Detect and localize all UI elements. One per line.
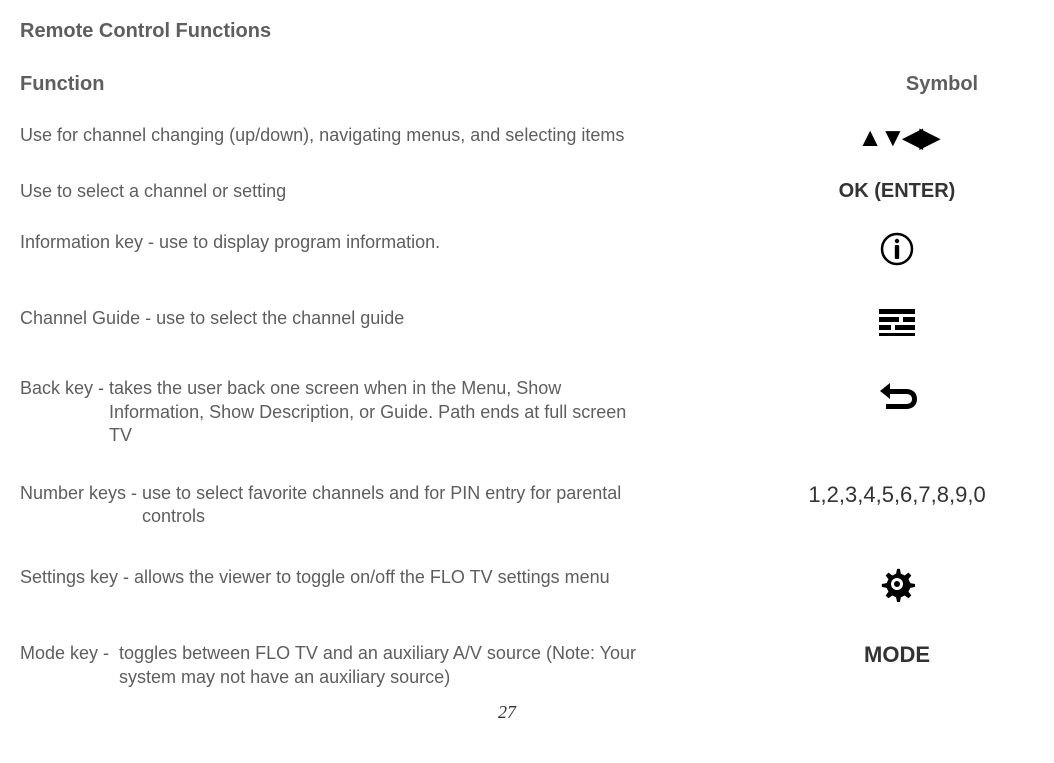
mode-desc: Mode key - toggles between FLO TV and an… — [20, 642, 800, 689]
back-icon — [876, 377, 918, 411]
ok-symbol: OK (ENTER) — [800, 180, 994, 203]
row-mode: Mode key - toggles between FLO TV and an… — [20, 642, 994, 689]
row-arrows: Use for channel changing (up/down), navi… — [20, 124, 994, 152]
symbol-header: Symbol — [890, 73, 994, 96]
info-icon — [879, 231, 915, 267]
settings-symbol — [800, 566, 994, 608]
info-desc: Information key - use to display program… — [20, 231, 800, 254]
row-back: Back key - takes the user back one scree… — [20, 377, 994, 447]
numbers-symbol: 1,2,3,4,5,6,7,8,9,0 — [800, 482, 994, 508]
header-row: Function Symbol — [20, 73, 994, 96]
row-info: Information key - use to display program… — [20, 231, 994, 273]
gear-icon — [879, 566, 915, 602]
arrows-desc: Use for channel changing (up/down), navi… — [20, 124, 800, 147]
ok-desc: Use to select a channel or setting — [20, 180, 800, 203]
row-numbers: Number keys - use to select favorite cha… — [20, 482, 994, 529]
page-title: Remote Control Functions — [20, 20, 994, 43]
function-header: Function — [20, 73, 890, 96]
settings-desc: Settings key - allows the viewer to togg… — [20, 566, 800, 589]
back-desc: Back key - takes the user back one scree… — [20, 377, 800, 447]
row-settings: Settings key - allows the viewer to togg… — [20, 566, 994, 608]
arrow-icons: ▲▼◀▶ — [857, 122, 936, 152]
row-ok: Use to select a channel or setting OK (E… — [20, 180, 994, 203]
guide-desc: Channel Guide - use to select the channe… — [20, 307, 800, 330]
guide-icon — [877, 307, 917, 337]
guide-symbol — [800, 307, 994, 343]
info-symbol — [800, 231, 994, 273]
mode-symbol: MODE — [800, 642, 994, 668]
back-symbol — [800, 377, 994, 417]
numbers-desc: Number keys - use to select favorite cha… — [20, 482, 800, 529]
arrows-symbol: ▲▼◀▶ — [800, 124, 994, 152]
row-guide: Channel Guide - use to select the channe… — [20, 307, 994, 343]
page-number: 27 — [0, 702, 1014, 723]
